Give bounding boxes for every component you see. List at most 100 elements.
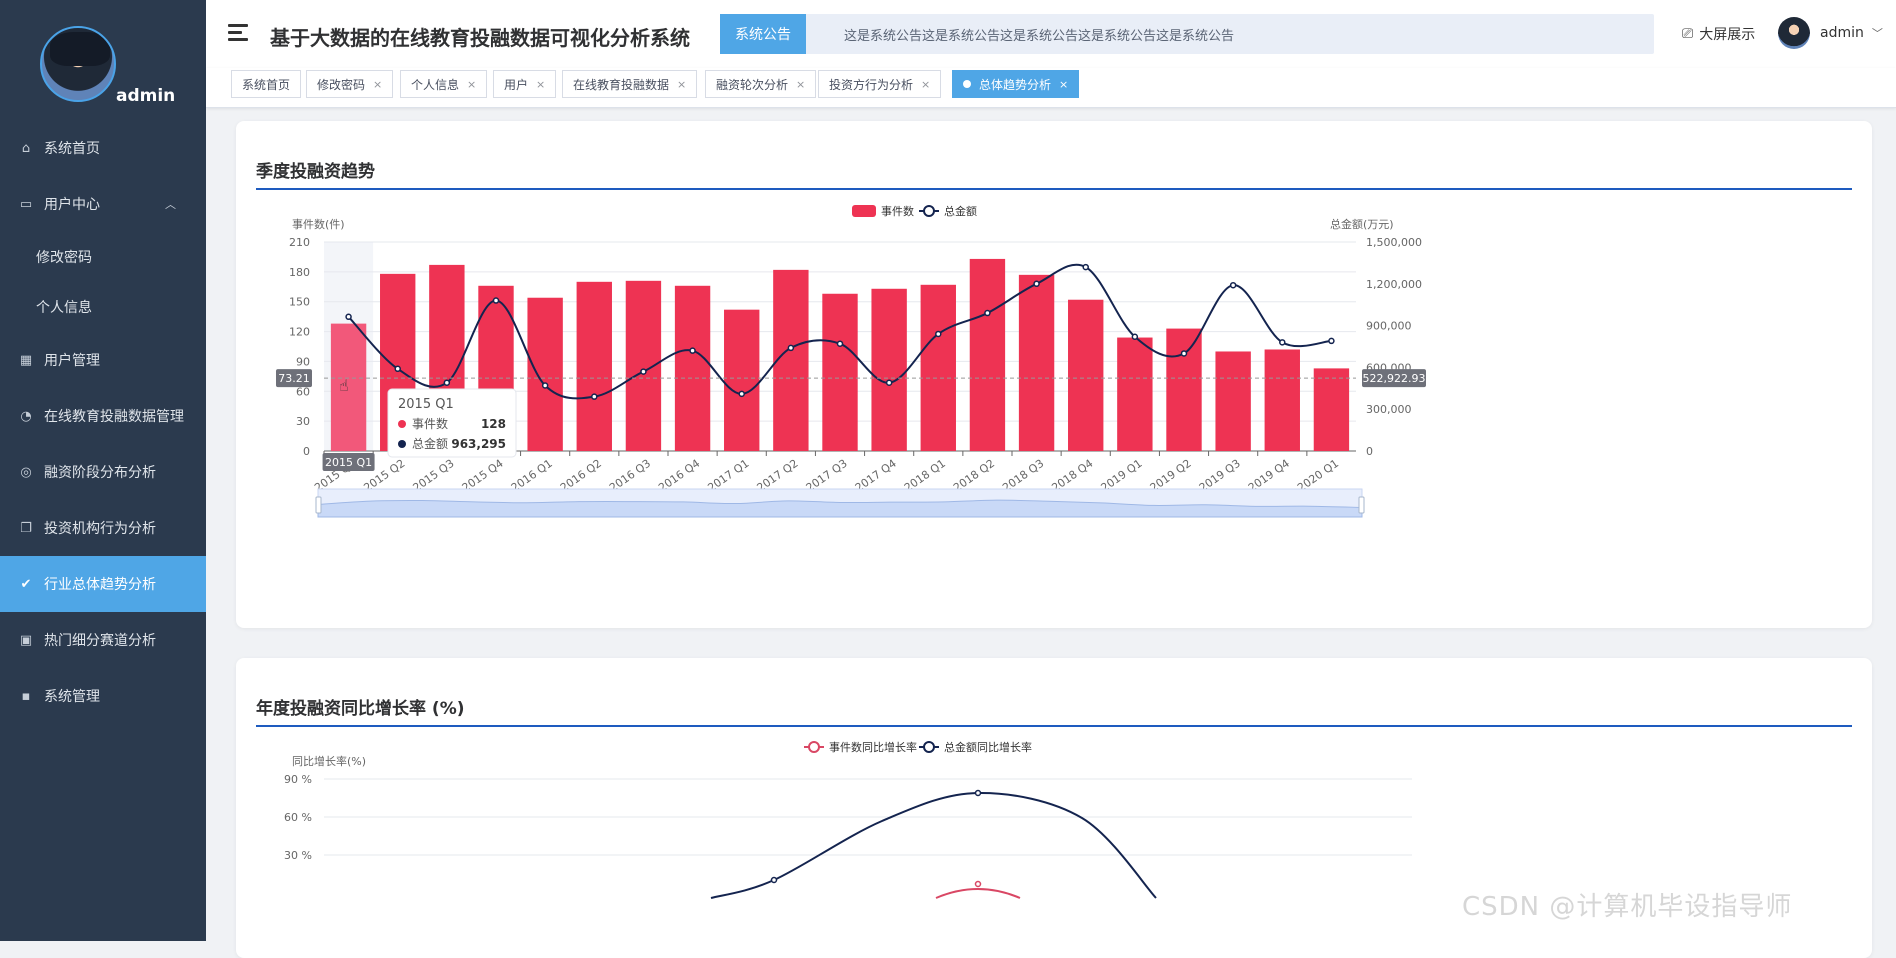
line-point <box>787 344 795 352</box>
tab-round-analysis[interactable]: 融资轮次分析 × <box>705 70 817 98</box>
tags-view: 系统首页 修改密码 × 个人信息 × 用户 × 在线教育投融数据 × 融资轮次分析 × 投… <box>206 68 1896 108</box>
tab-investor-analysis[interactable]: 投资方行为分析 × <box>818 70 942 98</box>
monitor-icon: ⎚ <box>1682 26 1694 42</box>
y-tick-label-left: 150 <box>289 296 310 309</box>
tab-label: 修改密码 <box>317 77 366 92</box>
series-line <box>935 888 1021 899</box>
watermark: CSDN @计算机毕设指导师 <box>1462 892 1793 922</box>
chevron-up-icon: ︿ <box>165 198 176 211</box>
bigscreen-button[interactable]: ⎚ 大屏展示 <box>1682 24 1755 44</box>
bar <box>527 297 563 451</box>
notice-bar: 系统公告 这是系统公告这是系统公告这是系统公告这是系统公告这是系统公告 <box>720 14 1654 54</box>
bar <box>674 285 711 451</box>
tab-edu-data[interactable]: 在线教育投融数据 × <box>562 70 698 98</box>
y-tick-label-left: 60 <box>296 385 310 398</box>
tab-label: 用户 <box>504 77 529 92</box>
active-dot-icon <box>963 80 971 88</box>
tab-label: 融资轮次分析 <box>716 77 789 92</box>
close-icon[interactable]: × <box>921 78 930 91</box>
sidebar-item-change-password[interactable]: 修改密码 <box>0 232 206 282</box>
top-header: 基于大数据的在线教育投融数据可视化分析系统 系统公告 这是系统公告这是系统公告这… <box>206 0 1896 68</box>
tab-profile[interactable]: 个人信息 × <box>400 70 488 98</box>
copy-icon: ❐ <box>20 520 32 536</box>
y-tick-label: 60 % <box>284 811 312 824</box>
line-point <box>345 313 352 321</box>
data-zoom-handle-right <box>1358 496 1365 514</box>
y-tick-label-right: 900,000 <box>1366 320 1412 333</box>
legend-line-marker <box>923 205 935 217</box>
grid-icon: ▦ <box>19 352 33 368</box>
bar <box>576 281 612 451</box>
sidebar-item-label: 用户中心 <box>44 197 100 213</box>
sidebar-item-track-analysis[interactable]: ▣ 热门细分赛道分析 <box>0 612 206 668</box>
bar <box>920 284 956 451</box>
quarterly-trend-card: 季度投融资趋势 事件数 总金额 事件数(件) 总金额(万元) 0 30 60 90 120 150… <box>236 121 1872 628</box>
tooltip-marker <box>398 440 406 448</box>
legend-line-marker <box>923 741 935 753</box>
target-icon: ◎ <box>20 464 32 480</box>
sidebar-item-investor-analysis[interactable]: ❐ 投资机构行为分析 <box>0 500 206 556</box>
bar <box>822 293 858 451</box>
sidebar-item-profile[interactable]: 个人信息 <box>0 282 206 332</box>
line-point <box>1279 339 1286 346</box>
tab-home[interactable]: 系统首页 <box>231 70 302 98</box>
bar <box>1215 351 1251 451</box>
bar <box>1117 337 1153 451</box>
tooltip-series-value: 963,295 <box>451 437 506 451</box>
sidebar-user: admin <box>0 0 206 120</box>
clipboard-check-icon: ✔ <box>20 576 32 592</box>
line-point <box>689 347 696 354</box>
content-area: 季度投融资趋势 事件数 总金额 事件数(件) 总金额(万元) 0 30 60 90 120 150… <box>206 108 1896 958</box>
sidebar-item-stage-analysis[interactable]: ◎ 融资阶段分布分析 <box>0 444 206 500</box>
line-point <box>974 789 982 797</box>
sidebar-item-data-management[interactable]: ◔ 在线教育投融数据管理 <box>0 388 206 444</box>
sidebar-item-home[interactable]: ⌂ 系统首页 <box>0 120 206 176</box>
legend-bar-swatch <box>852 205 876 217</box>
close-icon[interactable]: × <box>373 78 382 91</box>
line-point <box>885 379 893 386</box>
tab-label: 总体趋势分析 <box>979 77 1052 92</box>
tab-change-password[interactable]: 修改密码 × <box>306 70 394 98</box>
line-point <box>974 880 982 888</box>
sidebar-item-system[interactable]: ▪ 系统管理 <box>0 668 206 724</box>
bar <box>724 309 760 451</box>
close-icon[interactable]: × <box>677 78 686 91</box>
quarterly-chart[interactable]: 事件数 总金额事件数(件) 总金额(万元)030609012015018021003… <box>236 121 1872 628</box>
sidebar-item-label: 热门细分赛道分析 <box>44 633 156 649</box>
user-dropdown[interactable]: admin ﹀ <box>1778 17 1883 49</box>
legend-label: 事件数 <box>881 205 914 218</box>
y-tick-label-left: 0 <box>303 445 310 458</box>
close-icon[interactable]: × <box>467 78 476 91</box>
bar <box>773 269 809 451</box>
sidebar-item-label: 融资阶段分布分析 <box>44 465 156 481</box>
y-tick-label-left: 30 <box>296 415 310 428</box>
user-name: admin <box>1820 25 1864 41</box>
line-point <box>492 297 500 304</box>
sidebar-menu: ⌂ 系统首页 ▭ 用户中心 ︿ 修改密码 个人信息 ▦ 用户管理 ◔ 在线教育投融数据管… <box>0 120 206 724</box>
tab-user[interactable]: 用户 × <box>493 70 557 98</box>
sidebar-item-label: 修改密码 <box>36 250 92 266</box>
tab-trend-analysis[interactable]: 总体趋势分析 × <box>952 70 1080 98</box>
sidebar-item-user-center[interactable]: ▭ 用户中心 ︿ <box>0 176 206 232</box>
sidebar-item-label: 系统管理 <box>44 689 100 705</box>
main-area: 基于大数据的在线教育投融数据可视化分析系统 系统公告 这是系统公告这是系统公告这… <box>206 0 1896 958</box>
avatar <box>1778 17 1810 49</box>
tooltip-marker <box>398 420 406 428</box>
data-zoom-slider <box>315 488 1365 518</box>
sidebar-item-label: 在线教育投融数据管理 <box>44 409 184 425</box>
tooltip-title: 2015 Q1 <box>398 397 454 412</box>
close-icon[interactable]: × <box>536 78 545 91</box>
tab-label: 个人信息 <box>411 77 460 92</box>
line-point <box>591 393 598 400</box>
dashboard-icon: ◔ <box>20 408 32 424</box>
sidebar-item-user-management[interactable]: ▦ 用户管理 <box>0 332 206 388</box>
sidebar-item-label: 投资机构行为分析 <box>44 521 156 537</box>
close-icon[interactable]: × <box>1059 78 1068 91</box>
bar <box>871 288 907 451</box>
pointer-cursor-icon: ☝ <box>339 376 349 395</box>
menu-toggle-icon[interactable] <box>228 24 248 42</box>
avatar[interactable] <box>40 26 116 102</box>
line-point <box>1082 263 1089 271</box>
sidebar-item-trend-analysis[interactable]: ✔ 行业总体趋势分析 <box>0 556 206 612</box>
close-icon[interactable]: × <box>796 78 805 91</box>
